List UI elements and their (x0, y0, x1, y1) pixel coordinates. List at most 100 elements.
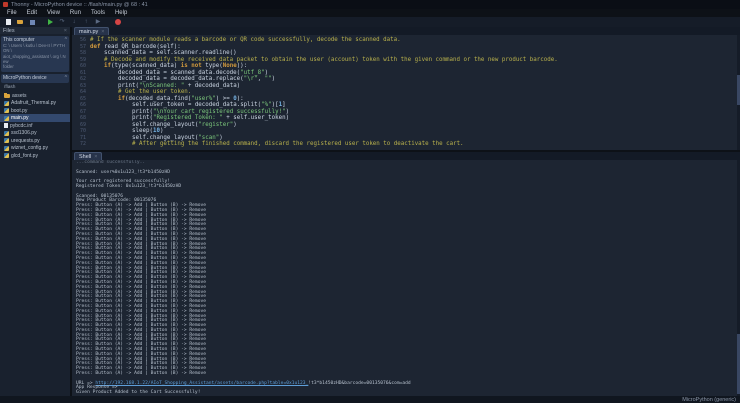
files-panel-header: Files × (0, 27, 70, 34)
editor-tabbar: main.py × (72, 27, 740, 35)
code-segment: + self.user_token) (223, 115, 289, 121)
code-segment: # After getting the finished command, di… (132, 141, 464, 147)
shell-url-link[interactable]: http://192.168.1.22/AIoT_Shopping_Assist… (95, 381, 308, 386)
status-bar: MicroPython (generic) (0, 396, 740, 403)
tree-item-glcd_font.py[interactable]: glcd_font.py (0, 152, 70, 160)
tab-shell[interactable]: Shell × (74, 152, 102, 160)
files-panel-title: Files (3, 28, 15, 34)
code-segment: ] (282, 102, 286, 108)
menu-file[interactable]: File (2, 10, 22, 16)
thonny-app-icon (3, 2, 8, 7)
tab-close-icon[interactable]: × (94, 154, 97, 160)
code-segment: "\nYour cart registered successfully!" (153, 109, 286, 115)
path-line: folder (3, 64, 67, 69)
code-segment: None (223, 63, 237, 69)
menu-bar: FileEditViewRunToolsHelp (0, 9, 740, 17)
step-over-icon[interactable]: ↷ (58, 18, 66, 27)
code-segment: self.change_layout( (132, 122, 198, 128)
code-segment: "" (265, 76, 272, 82)
code-segment: (type(scanned_data) (111, 63, 181, 69)
stop-button-icon[interactable] (114, 18, 122, 27)
resume-icon[interactable]: ▶ (94, 18, 102, 27)
open-folder-icon[interactable] (16, 18, 24, 27)
code-segment: not (191, 63, 201, 69)
collapse-icon[interactable]: ^ (65, 37, 67, 43)
toolbar: ↷ ↓ ↑ ▶ (0, 17, 740, 27)
python-file-icon (4, 116, 9, 121)
path-line: aiot_shopping_assistant \ org \ New (3, 54, 67, 65)
file-icon (4, 123, 8, 128)
code-segment: ) (160, 128, 164, 134)
shell-pane: Shell × ...command successfully.. Scanne… (72, 152, 740, 396)
tree-item-main.py[interactable]: main.py (0, 114, 70, 122)
tree-item-label: ssd1306.py (11, 130, 37, 136)
code-segment: # Decode and modify the received data pa… (104, 57, 558, 63)
files-panel: Files × This computer ^ C: \ Users \ kut… (0, 27, 70, 396)
code-editor-area[interactable]: 56# If the scanner module reads a barcod… (72, 35, 736, 150)
code-segment: scanned_data = self.scanner.readline() (104, 50, 237, 56)
tree-item-label: boot.py (11, 108, 27, 114)
python-file-icon (4, 108, 9, 113)
code-line: 72# After getting the finished command, … (72, 141, 736, 148)
menu-run[interactable]: Run (65, 10, 86, 16)
tree-item-wiznet_config.py[interactable]: wiznet_config.py (0, 144, 70, 152)
python-file-icon (4, 131, 9, 136)
code-segment: self.change_layout( (132, 135, 198, 141)
files-close-icon[interactable]: × (64, 28, 67, 34)
thonny-window: Thonny - MicroPython device :: /flash/ma… (0, 0, 740, 403)
this-computer-box[interactable]: This computer ^ C: \ Users \ kutlu \ Dev… (1, 36, 69, 72)
tab-main-py[interactable]: main.py × (74, 27, 109, 35)
code-segment: )[ (272, 102, 279, 108)
collapse-icon[interactable]: ^ (65, 75, 67, 81)
title-bar: Thonny - MicroPython device :: /flash/ma… (0, 0, 740, 9)
run-button-icon[interactable] (46, 18, 54, 27)
step-out-icon[interactable]: ↑ (82, 18, 90, 27)
tree-item-boot.py[interactable]: boot.py (0, 107, 70, 115)
tree-item-Adafruit_Thermal.py[interactable]: Adafruit_Thermal.py (0, 99, 70, 107)
code-segment: print( (132, 115, 153, 121)
device-root-path[interactable]: /flash (0, 83, 70, 91)
code-segment: sleep( (132, 128, 153, 134)
new-file-icon[interactable] (4, 18, 12, 27)
code-segment: ) (233, 122, 237, 128)
menu-edit[interactable]: Edit (22, 10, 42, 16)
code-segment: # Get the user token. (118, 89, 191, 95)
micropython-device-box[interactable]: MicroPython device ^ (1, 74, 69, 83)
code-segment: "utf_8" (240, 70, 264, 76)
menu-tools[interactable]: Tools (86, 10, 110, 16)
tree-item-urequests.py[interactable]: urequests.py (0, 137, 70, 145)
tree-item-label: assets (12, 93, 26, 99)
code-segment: "register" (198, 122, 233, 128)
code-segment: ): (237, 96, 244, 102)
code-segment: "user%" (191, 96, 215, 102)
tree-item-assets[interactable]: assets (0, 92, 70, 100)
tree-item-label: Adafruit_Thermal.py (11, 100, 56, 106)
device-file-tree: assetsAdafruit_Thermal.py boot.pymain.pyp… (0, 92, 70, 160)
code-segment: if (118, 96, 125, 102)
python-file-icon (4, 138, 9, 143)
code-segment: def (90, 44, 104, 50)
editor-tab-label: main.py (79, 29, 98, 35)
step-into-icon[interactable]: ↓ (70, 18, 78, 27)
tree-item-ssd1306.py[interactable]: ssd1306.py (0, 129, 70, 137)
menu-help[interactable]: Help (110, 10, 132, 16)
code-segment: "scan" (198, 135, 219, 141)
tree-item-pybcdc.inf[interactable]: pybcdc.inf (0, 122, 70, 130)
tab-close-icon[interactable]: × (101, 29, 104, 35)
tree-item-label: main.py (11, 115, 29, 121)
code-text: # After getting the finished command, di… (90, 141, 464, 148)
code-segment: print( (132, 109, 153, 115)
code-segment: "Registered Token: " (153, 115, 223, 121)
code-segment: ) (219, 135, 223, 141)
code-segment: self.user_token = decoded_data.split( (132, 102, 261, 108)
menu-view[interactable]: View (42, 10, 65, 16)
shell-output[interactable]: ...command successfully.. Scanned: user%… (72, 160, 736, 396)
code-segment: is (181, 63, 188, 69)
tree-item-label: urequests.py (11, 138, 40, 144)
code-segment: "%" (261, 102, 271, 108)
interpreter-status[interactable]: MicroPython (generic) (682, 397, 736, 403)
code-segment: ) >= (216, 96, 233, 102)
save-icon[interactable] (28, 18, 36, 27)
path-line: C: \ Users \ kutlu \ Dev-II \ PYTHON \ (3, 43, 67, 54)
code-segment: type( (202, 63, 223, 69)
